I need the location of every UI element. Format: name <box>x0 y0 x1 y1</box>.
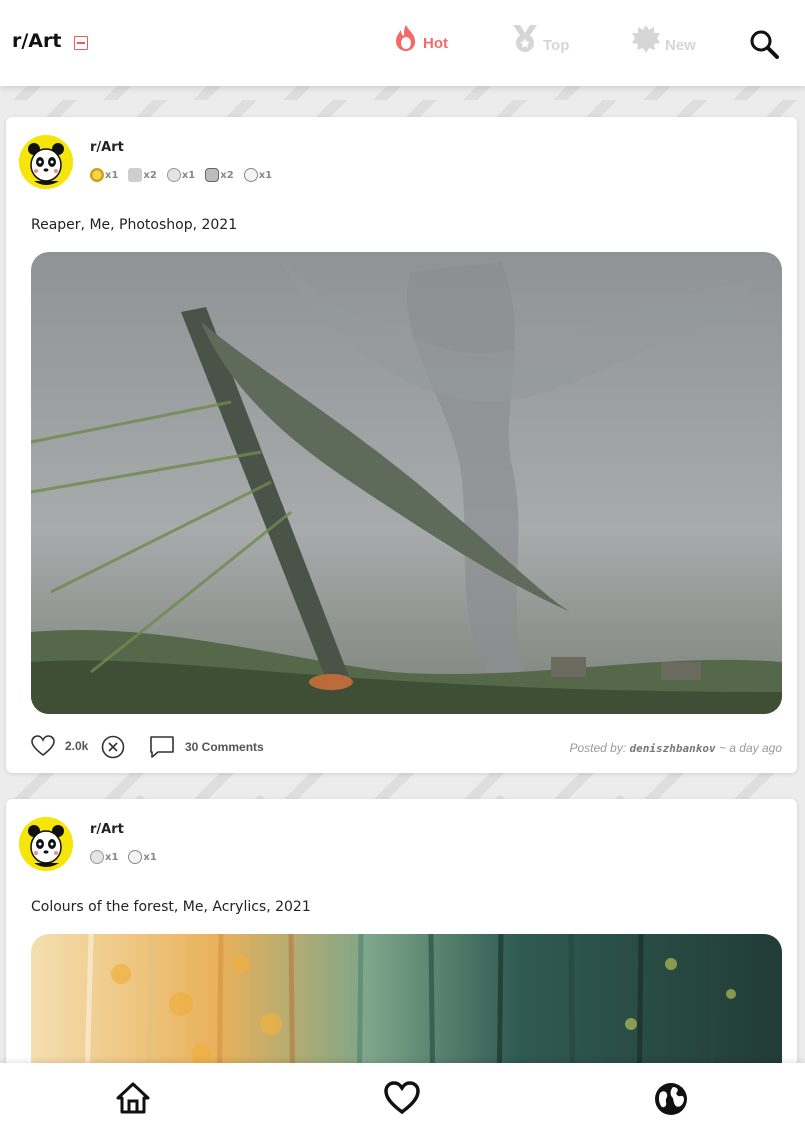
globe-icon <box>655 1083 687 1115</box>
panda-avatar-icon <box>19 135 73 189</box>
post-title[interactable]: Colours of the forest, Me, Acrylics, 202… <box>31 899 311 915</box>
close-circle-icon <box>101 735 125 759</box>
avatar[interactable] <box>19 135 73 189</box>
post-actions: 2.0k 30 Comments Posted by: deniszhbanko… <box>31 735 782 763</box>
collapse-icon[interactable] <box>74 36 88 50</box>
search-button[interactable] <box>748 28 780 64</box>
tab-hot[interactable]: Hot <box>393 24 448 52</box>
award-helpful[interactable]: x1 <box>166 168 196 182</box>
home-icon <box>116 1082 150 1114</box>
snoo-award-icon <box>243 168 258 182</box>
award-count: x2 <box>220 169 234 181</box>
tab-hot-label: Hot <box>423 35 448 52</box>
post-subreddit[interactable]: r/Art <box>90 140 124 155</box>
award-count: x1 <box>258 169 273 181</box>
award-snoo[interactable]: x1 <box>243 168 273 182</box>
post-subreddit[interactable]: r/Art <box>90 822 124 837</box>
post-author[interactable]: deniszhbankov <box>630 742 716 755</box>
search-icon <box>750 30 779 59</box>
snoo-award-icon <box>128 850 143 864</box>
comments-button[interactable]: 30 Comments <box>149 735 264 759</box>
post-card[interactable]: r/Art x1 x2 x1 x2 x1 Reaper, Me, Photosh… <box>6 117 797 773</box>
tab-new[interactable]: New <box>631 24 696 54</box>
heart-outline-icon <box>31 735 55 757</box>
gold-award-icon <box>90 168 104 182</box>
flame-icon <box>396 25 416 51</box>
award-count: x1 <box>105 851 119 863</box>
subreddit-title: r/Art <box>12 30 62 52</box>
comment-count: 30 Comments <box>185 740 264 754</box>
medal-icon <box>513 25 537 52</box>
like-count: 2.0k <box>65 739 89 753</box>
award-list: x1 x1 <box>90 850 157 864</box>
heart-icon <box>384 1081 420 1115</box>
award-helpful[interactable]: x1 <box>90 850 118 864</box>
dismiss-button[interactable] <box>101 735 125 759</box>
wholesome-award-icon <box>128 168 143 182</box>
post-time: ~ a day ago <box>718 741 782 755</box>
tab-top[interactable]: Top <box>511 24 569 54</box>
award-snoo[interactable]: x1 <box>128 850 157 864</box>
helpful-award-icon <box>166 168 181 182</box>
tab-top-label: Top <box>543 37 570 54</box>
top-header: r/Art Hot Top New <box>0 0 805 86</box>
post-image[interactable] <box>31 252 782 714</box>
posted-by-label: Posted by: <box>569 741 627 755</box>
post-title[interactable]: Reaper, Me, Photoshop, 2021 <box>31 217 237 233</box>
tab-new-label: New <box>665 37 696 54</box>
nav-explore[interactable] <box>653 1081 689 1121</box>
award-gold[interactable]: x1 <box>90 168 118 182</box>
nav-favorites[interactable] <box>384 1081 420 1119</box>
burst-icon <box>632 25 660 53</box>
bottom-nav <box>0 1063 805 1131</box>
silver-award-icon <box>205 168 220 182</box>
award-count: x2 <box>143 169 157 181</box>
helpful-award-icon <box>90 850 104 864</box>
reaper-painting-image <box>31 252 782 714</box>
award-wholesome[interactable]: x2 <box>128 168 157 182</box>
like-button[interactable]: 2.0k <box>31 735 88 757</box>
nav-home[interactable] <box>115 1081 151 1119</box>
avatar[interactable] <box>19 817 73 871</box>
award-count: x1 <box>181 169 196 181</box>
comment-icon <box>150 736 174 758</box>
award-count: x1 <box>143 851 157 863</box>
post-card[interactable]: r/Art x1 x1 Colours of the forest, Me, A… <box>6 799 797 1099</box>
award-count: x1 <box>105 169 119 181</box>
award-list: x1 x2 x1 x2 x1 <box>90 168 272 182</box>
panda-avatar-icon <box>19 817 73 871</box>
post-meta: Posted by: deniszhbankov ~ a day ago <box>569 741 782 755</box>
award-silver[interactable]: x2 <box>205 168 234 182</box>
